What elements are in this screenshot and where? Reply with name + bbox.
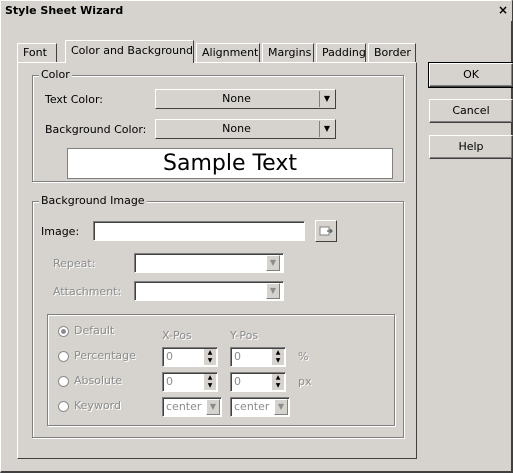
help-button[interactable]: Help — [429, 135, 513, 159]
background-color-dropdown[interactable]: None ▼ — [155, 119, 336, 139]
position-group: X-Pos Y-Pos Default Percentage 0 ▲ ▼ 0 ▲ ▼… — [47, 314, 395, 426]
percentage-x-input[interactable]: 0 ▲ ▼ — [162, 347, 218, 367]
chevron-down-icon: ▼ — [274, 399, 288, 415]
ok-button[interactable]: OK — [428, 62, 513, 88]
image-label: Image: — [41, 225, 80, 238]
text-color-dropdown[interactable]: None ▼ — [155, 89, 336, 109]
tab-color-and-background[interactable]: Color and Background — [65, 40, 194, 63]
image-path-input[interactable] — [93, 221, 305, 241]
window-title: Style Sheet Wizard — [5, 4, 124, 17]
absolute-x-value: 0 — [166, 375, 173, 388]
attachment-dropdown[interactable] — [134, 281, 284, 301]
text-color-label: Text Color: — [45, 93, 103, 106]
chevron-down-icon: ▼ — [319, 91, 334, 107]
tab-margins[interactable]: Margins — [262, 43, 314, 62]
absolute-y-value: 0 — [234, 375, 241, 388]
sample-text-preview: Sample Text — [67, 148, 393, 179]
background-color-value: None — [222, 122, 251, 135]
percentage-label: Percentage — [74, 349, 136, 362]
tab-panel: Color Text Color: None ▼ Background Colo… — [17, 62, 417, 459]
percentage-x-value: 0 — [166, 350, 173, 363]
absolute-unit: px — [298, 375, 312, 388]
absolute-label: Absolute — [74, 374, 123, 387]
background-image-group-title: Background Image — [39, 194, 147, 207]
spinner-icon[interactable]: ▲ ▼ — [271, 374, 284, 390]
tab-border[interactable]: Border — [368, 43, 416, 62]
percentage-unit: % — [298, 350, 309, 363]
repeat-dropdown[interactable] — [134, 253, 284, 273]
chevron-down-icon: ▼ — [319, 121, 334, 137]
radio-selected-dot — [61, 329, 66, 334]
percentage-radio[interactable] — [58, 351, 69, 362]
chevron-down-icon: ▼ — [266, 283, 280, 299]
background-color-label: Background Color: — [45, 123, 147, 136]
ypos-header: Y-Pos — [230, 329, 259, 342]
color-group: Color Text Color: None ▼ Background Colo… — [32, 68, 404, 182]
spinner-icon[interactable]: ▲ ▼ — [203, 349, 216, 365]
spinner-icon[interactable]: ▲ ▼ — [271, 349, 284, 365]
chevron-down-icon: ▼ — [206, 399, 220, 415]
cancel-button[interactable]: Cancel — [429, 99, 513, 123]
tab-padding[interactable]: Padding — [316, 43, 366, 62]
default-radio[interactable] — [58, 326, 69, 337]
percentage-y-value: 0 — [234, 350, 241, 363]
keyword-x-value: center — [166, 400, 202, 413]
keyword-label: Keyword — [74, 399, 121, 412]
browse-image-button[interactable] — [315, 220, 337, 242]
keyword-x-dropdown[interactable]: center ▼ — [162, 397, 222, 417]
close-icon[interactable]: × — [496, 3, 510, 17]
text-color-value: None — [222, 92, 251, 105]
default-label: Default — [74, 324, 115, 337]
style-sheet-wizard-dialog: Style Sheet Wizard × Font Color and Back… — [0, 0, 513, 473]
tab-alignment[interactable]: Alignment — [196, 43, 260, 62]
keyword-y-dropdown[interactable]: center ▼ — [230, 397, 290, 417]
title-bar: Style Sheet Wizard × — [1, 1, 512, 21]
color-group-title: Color — [39, 68, 72, 81]
chevron-down-icon: ▼ — [266, 255, 280, 271]
percentage-y-input[interactable]: 0 ▲ ▼ — [230, 347, 286, 367]
xpos-header: X-Pos — [162, 329, 192, 342]
folder-browse-icon — [319, 226, 333, 236]
absolute-x-input[interactable]: 0 ▲ ▼ — [162, 372, 218, 392]
keyword-y-value: center — [234, 400, 270, 413]
keyword-radio[interactable] — [58, 401, 69, 412]
spinner-icon[interactable]: ▲ ▼ — [203, 374, 216, 390]
background-image-group: Background Image Image: Repeat: ▼ Attach… — [32, 194, 404, 438]
absolute-y-input[interactable]: 0 ▲ ▼ — [230, 372, 286, 392]
attachment-label: Attachment: — [53, 285, 122, 298]
repeat-label: Repeat: — [53, 257, 96, 270]
absolute-radio[interactable] — [58, 376, 69, 387]
tab-font[interactable]: Font — [17, 43, 57, 62]
